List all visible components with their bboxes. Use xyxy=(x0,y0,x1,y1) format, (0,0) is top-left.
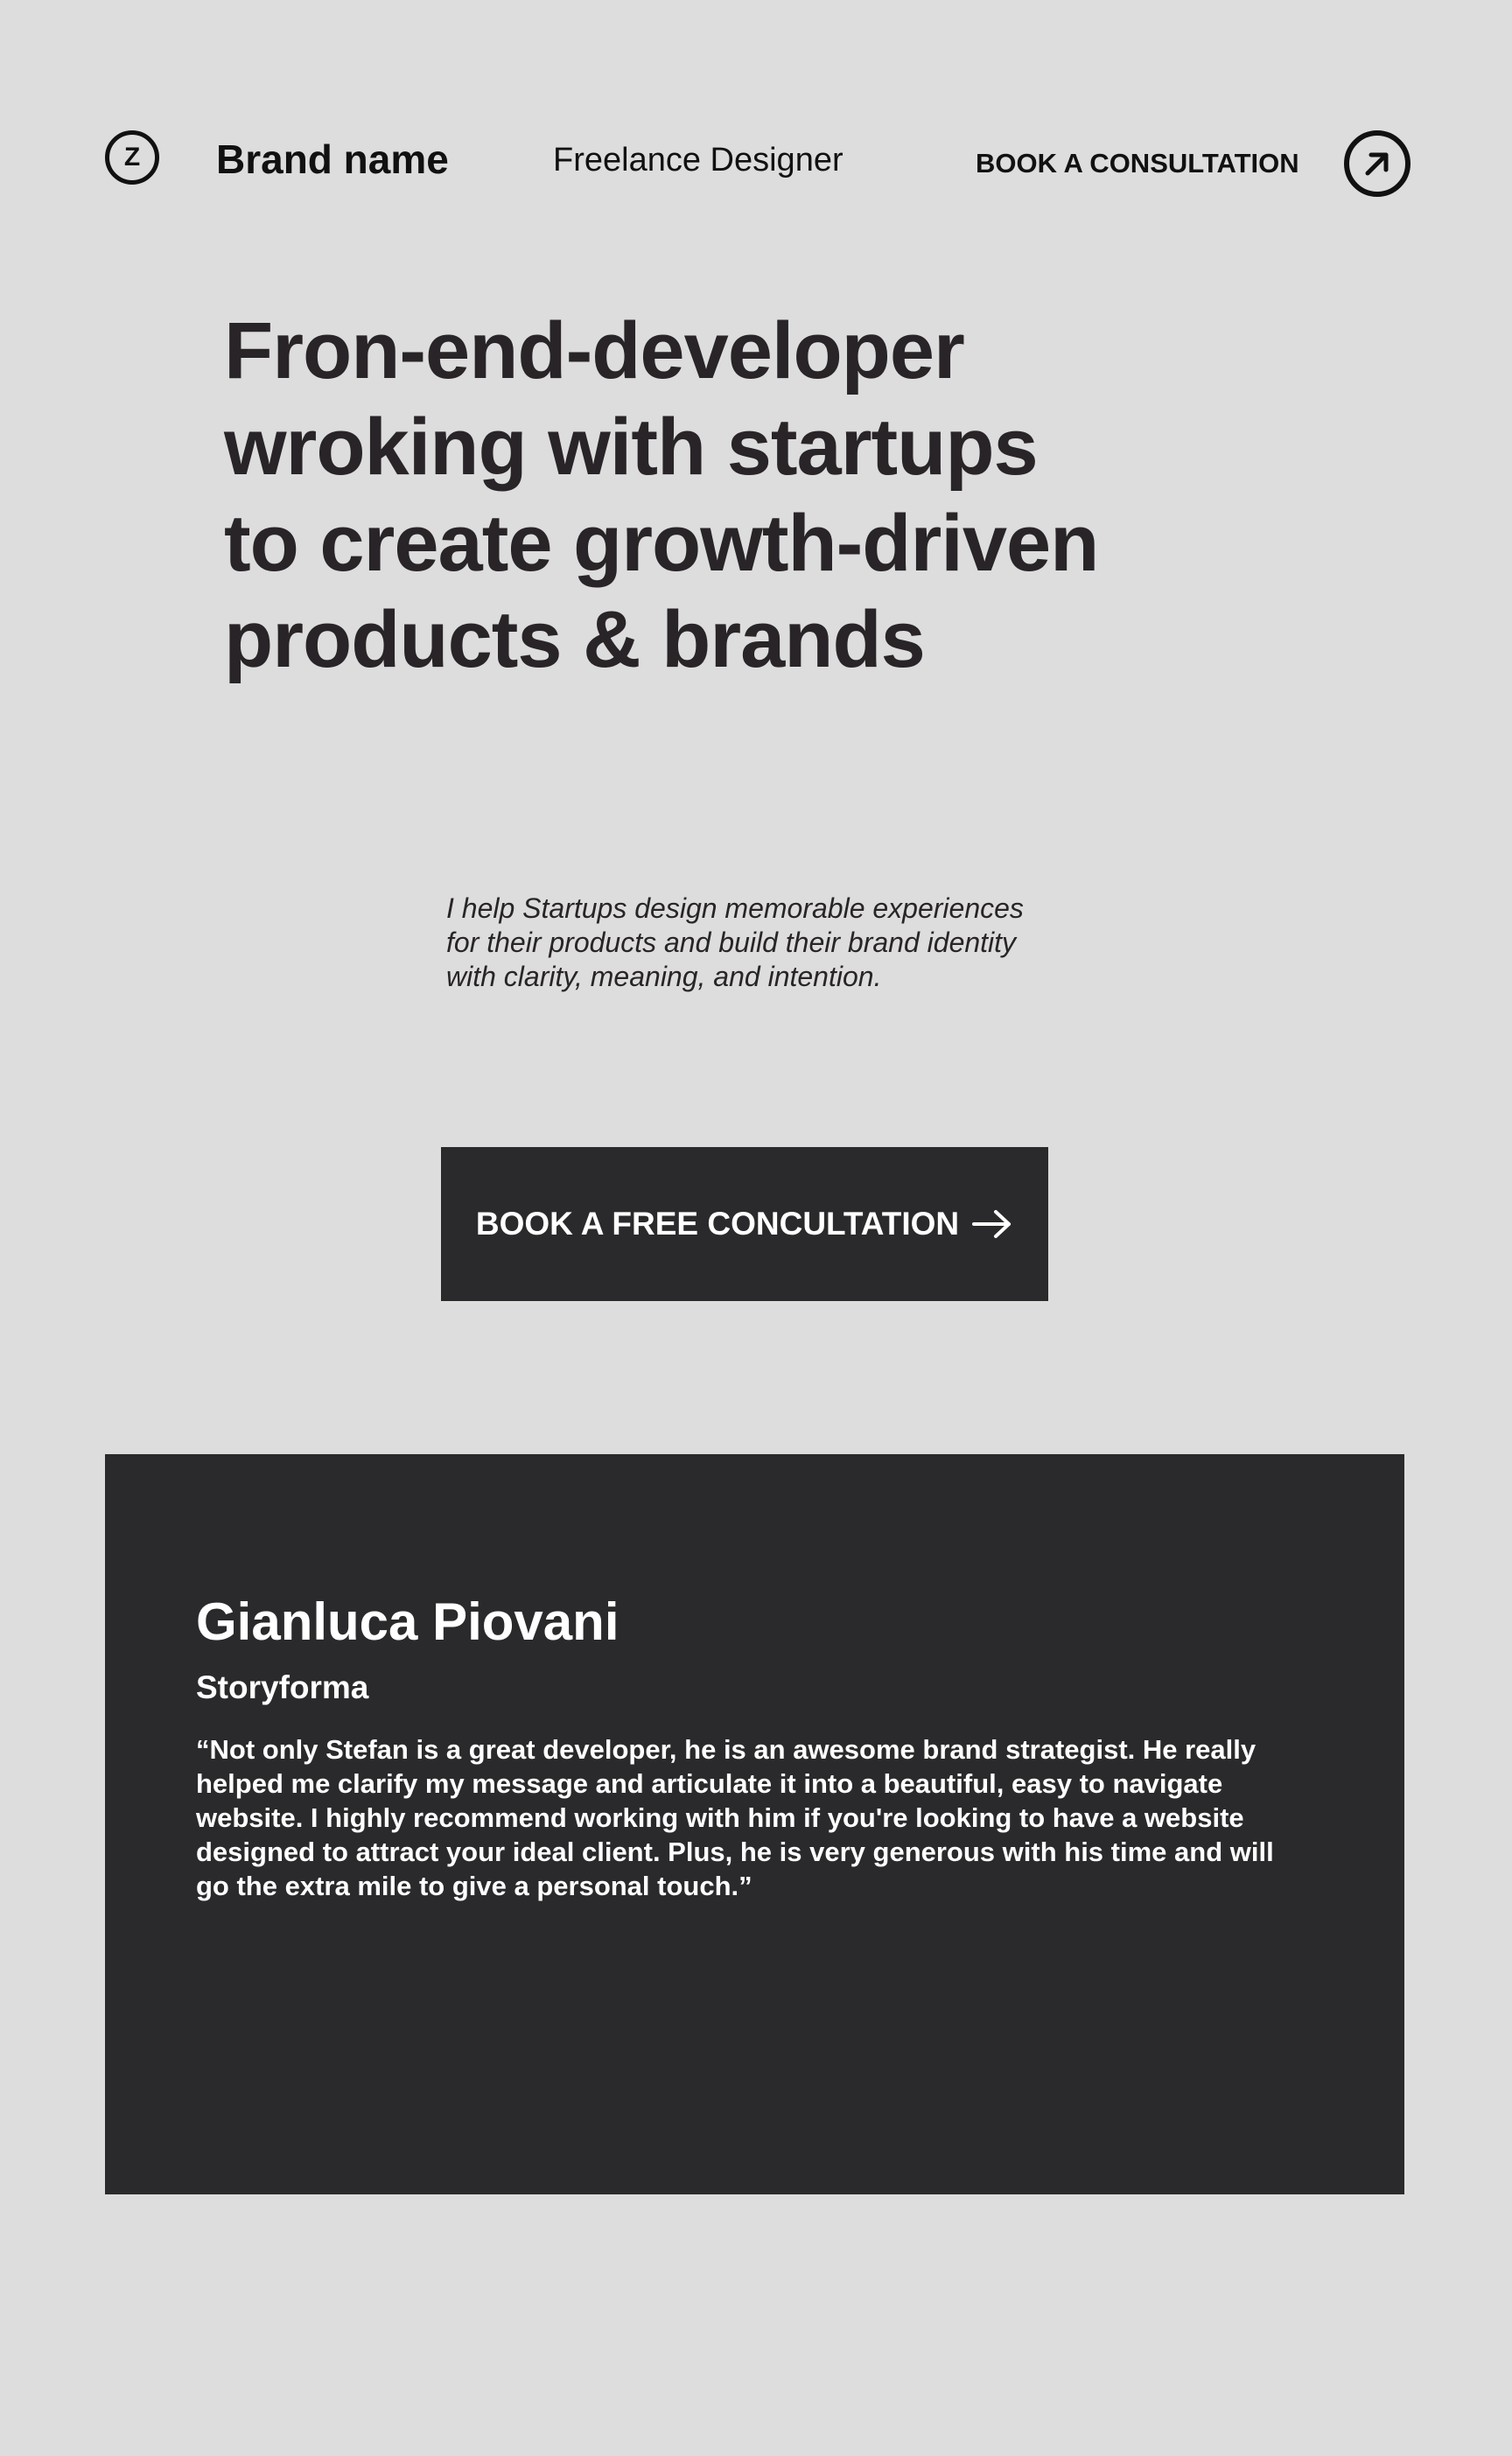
book-free-consultation-button[interactable]: BOOK A FREE CONCULTATION xyxy=(441,1147,1048,1301)
testimonial-quote: “Not only Stefan is a great developer, h… xyxy=(196,1734,1274,1901)
logo-letter: Z xyxy=(123,143,141,171)
hero-description: I help Startups design memorable experie… xyxy=(446,892,1024,992)
brand-name[interactable]: Brand name xyxy=(216,135,449,184)
arrow-right-icon xyxy=(972,1210,1012,1238)
brand-role: Freelance Designer xyxy=(553,142,844,178)
book-consultation-link[interactable]: BOOK A CONSULTATION xyxy=(976,146,1299,181)
book-free-consultation-label: BOOK A FREE CONCULTATION xyxy=(475,1206,960,1242)
arrow-up-right-icon[interactable] xyxy=(1344,130,1410,197)
testimonial-card: Gianluca Piovani Storyforma “Not only St… xyxy=(105,1454,1404,2194)
hero-title: Fron-end-developer wroking with startups… xyxy=(224,306,1099,684)
testimonial-company: Storyforma xyxy=(196,1669,369,1705)
arrow-up-right-icon-graphic xyxy=(1365,152,1389,176)
logo[interactable]: Z xyxy=(105,130,159,185)
testimonial-author-name: Gianluca Piovani xyxy=(196,1592,620,1651)
